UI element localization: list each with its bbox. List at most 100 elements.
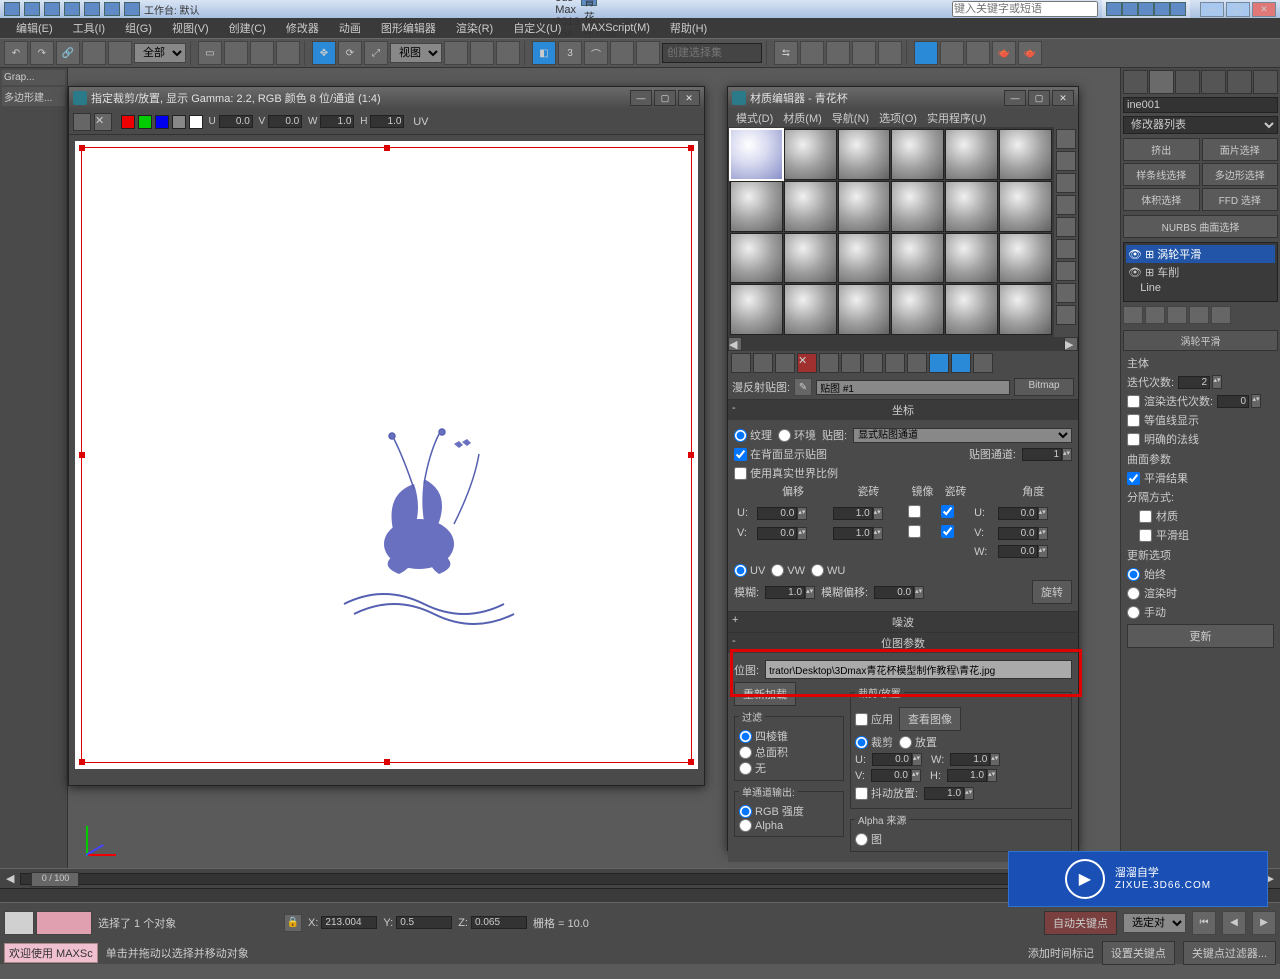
sample-slot[interactable] [838,181,891,232]
blur-input[interactable] [765,586,805,599]
sample-slot[interactable] [999,233,1052,284]
key-filters-button[interactable]: 关键点过滤器... [1183,941,1276,965]
menu-edit[interactable]: 编辑(E) [8,18,61,38]
btn-ffd-select[interactable]: FFD 选择 [1202,188,1279,211]
tab-graphite[interactable]: Grap... [2,70,65,85]
menu-help[interactable]: 帮助(H) [662,18,715,38]
snap-toggle-icon[interactable]: ◧ [532,41,556,65]
view-image-button[interactable]: 查看图像 [899,707,961,731]
matmenu-utils[interactable]: 实用程序(U) [923,109,990,127]
maxscript-mini-listener[interactable] [4,911,34,935]
menu-grapheditors[interactable]: 图形编辑器 [373,18,444,38]
exchange-icon[interactable] [1138,2,1154,16]
show-end-result-icon[interactable] [929,353,949,373]
menu-modifiers[interactable]: 修改器 [278,18,327,38]
layers-icon[interactable] [826,41,850,65]
curve-editor-icon[interactable] [852,41,876,65]
search-input[interactable] [952,1,1098,17]
maxscript-mini2[interactable] [36,911,92,935]
sample-slot[interactable] [730,181,783,232]
menu-tools[interactable]: 工具(I) [65,18,113,38]
sample-slot[interactable] [838,284,891,335]
backlight-icon[interactable] [1056,151,1076,171]
explicit-normals-checkbox[interactable] [1127,433,1140,446]
mirror-icon[interactable]: ⮀ [774,41,798,65]
btn-patch-select[interactable]: 面片选择 [1202,138,1279,161]
slot-scroll-left[interactable]: ◀ [728,337,742,351]
v-angle-input[interactable] [998,527,1038,540]
select-object-icon[interactable]: ▭ [198,41,222,65]
sample-slot[interactable] [945,233,998,284]
close-button[interactable]: ✕ [1252,2,1276,17]
sep-material-checkbox[interactable] [1139,510,1152,523]
rotate-button[interactable]: 旋转 [1032,580,1072,604]
qat-undo-icon[interactable] [84,2,100,16]
rendered-frame-icon[interactable] [966,41,990,65]
stack-config-icon[interactable] [1211,306,1231,324]
material-editor-icon[interactable] [914,41,938,65]
update-manual-radio[interactable] [1127,606,1140,619]
sample-slots[interactable] [728,127,1054,337]
crop-u-input[interactable] [219,115,253,128]
tab-hierarchy-icon[interactable] [1175,70,1200,94]
qat-link-icon[interactable] [124,2,140,16]
edit-named-sel-icon[interactable] [636,41,660,65]
redo-icon[interactable]: ↷ [30,41,54,65]
scale-icon[interactable]: ⤢ [364,41,388,65]
main-toolbar[interactable]: ↶ ↷ 🔗 全部 ▭ ✥ ⟳ ⤢ 视图 ◧ 3 ⌒ ⮀ 🫖 🫖 [0,38,1280,68]
map-name-input[interactable] [816,380,1010,395]
sample-slot-1[interactable] [730,129,783,180]
render-iter-checkbox[interactable] [1127,395,1140,408]
update-button[interactable]: 更新 [1127,624,1274,648]
matmenu-options[interactable]: 选项(O) [875,109,921,127]
lock-selection-icon[interactable]: 🔒 [284,914,302,932]
map-channel-type-select[interactable]: 显式贴图通道 [853,428,1072,443]
menu-customize[interactable]: 自定义(U) [505,18,569,38]
slot-scroll-right[interactable]: ▶ [1064,337,1078,351]
link-icon[interactable]: 🔗 [56,41,80,65]
modifier-list[interactable]: 修改器列表 [1123,116,1278,134]
v-tile-checkbox[interactable] [941,525,954,538]
unlink-icon[interactable] [82,41,106,65]
filter-sat-radio[interactable] [739,746,752,759]
mat-minimize-button[interactable]: — [1004,90,1026,106]
channel-a-icon[interactable] [172,115,186,129]
crop-radio[interactable] [855,736,868,749]
qat-save-icon[interactable] [64,2,80,16]
sample-uv-icon[interactable] [1056,195,1076,215]
blur-offset-input[interactable] [874,586,914,599]
options-icon[interactable] [1056,261,1076,281]
rollout-turbosmooth-header[interactable]: 涡轮平滑 [1123,330,1278,351]
real-world-checkbox[interactable] [734,467,747,480]
main-menu[interactable]: 编辑(E) 工具(I) 组(G) 视图(V) 创建(C) 修改器 动画 图形编辑… [0,18,1280,38]
add-time-tag[interactable]: 添加时间标记 [1028,945,1094,961]
align-icon[interactable] [800,41,824,65]
background-icon[interactable] [1056,173,1076,193]
qat-redo-icon[interactable] [104,2,120,16]
reload-button[interactable]: 重新加载 [734,682,796,706]
move-icon[interactable]: ✥ [312,41,336,65]
apply-crop-checkbox[interactable] [855,713,868,726]
keyboard-shortcut-icon[interactable] [496,41,520,65]
tab-display-icon[interactable] [1227,70,1252,94]
bmp-h-input[interactable] [947,769,987,782]
stack-pin-icon[interactable] [1123,306,1143,324]
mat-maximize-button[interactable]: ▢ [1028,90,1050,106]
angle-snap-icon[interactable]: 3 [558,41,582,65]
help-icon[interactable] [1170,2,1186,16]
sample-slot[interactable] [999,181,1052,232]
infocenter-icon[interactable] [1106,2,1122,16]
goto-start-icon[interactable]: ⏮ [1192,911,1216,935]
mono-alpha-radio[interactable] [739,819,752,832]
rollout-noise-header[interactable]: +噪波 [728,612,1078,632]
sample-slot[interactable] [999,129,1052,180]
favorites-icon[interactable] [1154,2,1170,16]
named-selection-input[interactable] [662,43,762,63]
crop-v-input[interactable] [268,115,302,128]
vw-radio[interactable] [771,564,784,577]
sample-slot[interactable] [891,284,944,335]
pivot-icon[interactable] [444,41,468,65]
matmenu-mode[interactable]: 模式(D) [732,109,777,127]
ref-coord-system[interactable]: 视图 [390,43,442,63]
coord-y-input[interactable] [396,916,452,929]
